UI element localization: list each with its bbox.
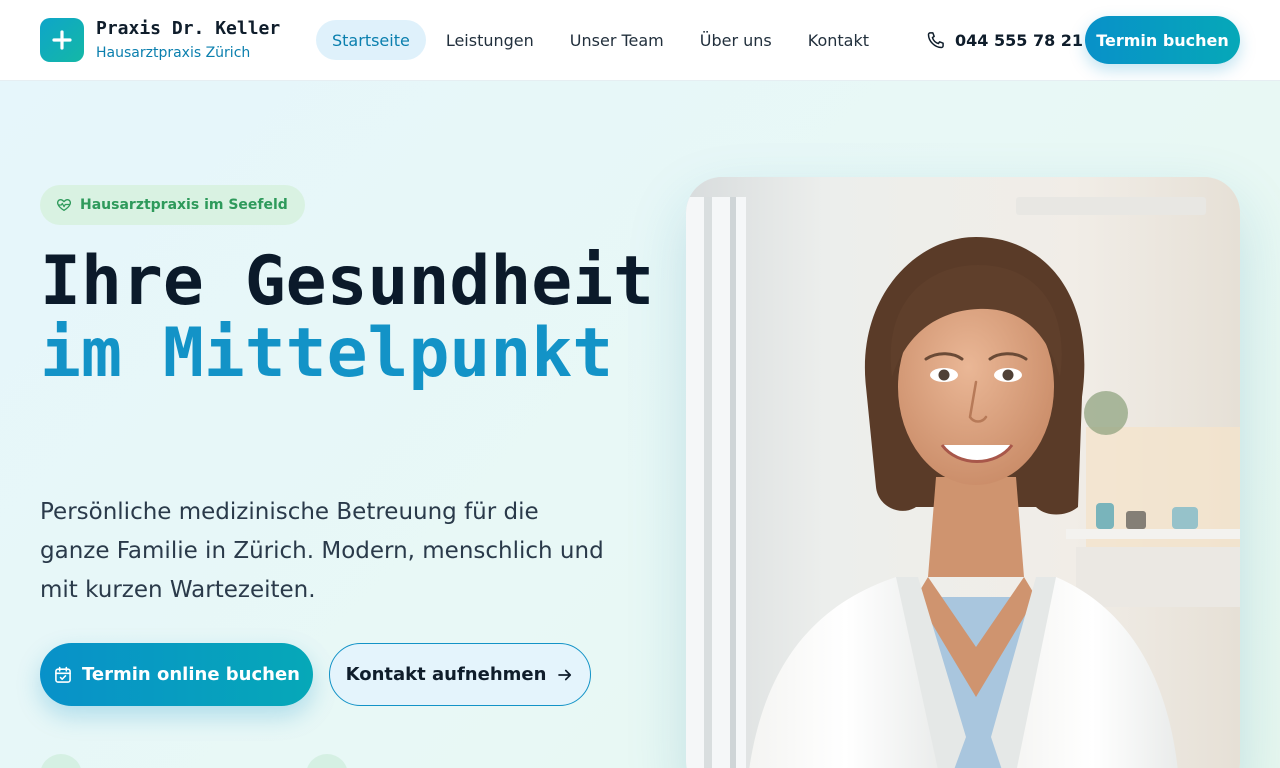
hero-headline: Ihre Gesundheit im Mittelpunkt	[40, 246, 660, 390]
brand-name[interactable]: Praxis Dr. Keller	[96, 18, 280, 39]
book-online-button[interactable]: Termin online buchen	[40, 643, 313, 706]
logo[interactable]	[40, 18, 84, 62]
headline-main: Ihre Gesundheit	[40, 242, 655, 321]
nav-item-leistungen[interactable]: Leistungen	[430, 20, 550, 60]
location-badge: Hausarztpraxis im Seefeld	[40, 185, 305, 225]
contact-button[interactable]: Kontakt aufnehmen	[329, 643, 591, 706]
contact-label: Kontakt aufnehmen	[345, 664, 547, 685]
hero-lead: Persönliche medizinische Betreuung für d…	[40, 499, 604, 603]
phone-number: 044 555 78 21	[955, 30, 1084, 50]
doctor-photo	[686, 177, 1240, 768]
site-header: Praxis Dr. Keller Hausarztpraxis Zürich …	[0, 0, 1280, 81]
phone-link[interactable]: 044 555 78 21	[926, 29, 1083, 51]
phone-icon	[927, 32, 944, 49]
headline-accent: im Mittelpunkt	[40, 314, 614, 393]
brand-subtitle: Hausarztpraxis Zürich	[96, 45, 251, 61]
doctor-portrait-illustration	[686, 177, 1240, 768]
nav-item-kontakt[interactable]: Kontakt	[792, 20, 885, 60]
heart-pulse-icon	[57, 199, 71, 211]
arrow-right-icon	[558, 669, 572, 680]
nav-item-startseite[interactable]: Startseite	[316, 20, 426, 60]
plus-icon	[52, 30, 72, 50]
nav-item-ueber-uns[interactable]: Über uns	[684, 20, 788, 60]
book-online-label: Termin online buchen	[82, 664, 300, 685]
main-nav: Startseite Leistungen Unser Team Über un…	[316, 20, 889, 60]
badge-label: Hausarztpraxis im Seefeld	[80, 197, 288, 213]
nav-item-unser-team[interactable]: Unser Team	[554, 20, 680, 60]
book-appointment-button[interactable]: Termin buchen	[1085, 16, 1240, 64]
calendar-check-icon	[55, 666, 71, 683]
